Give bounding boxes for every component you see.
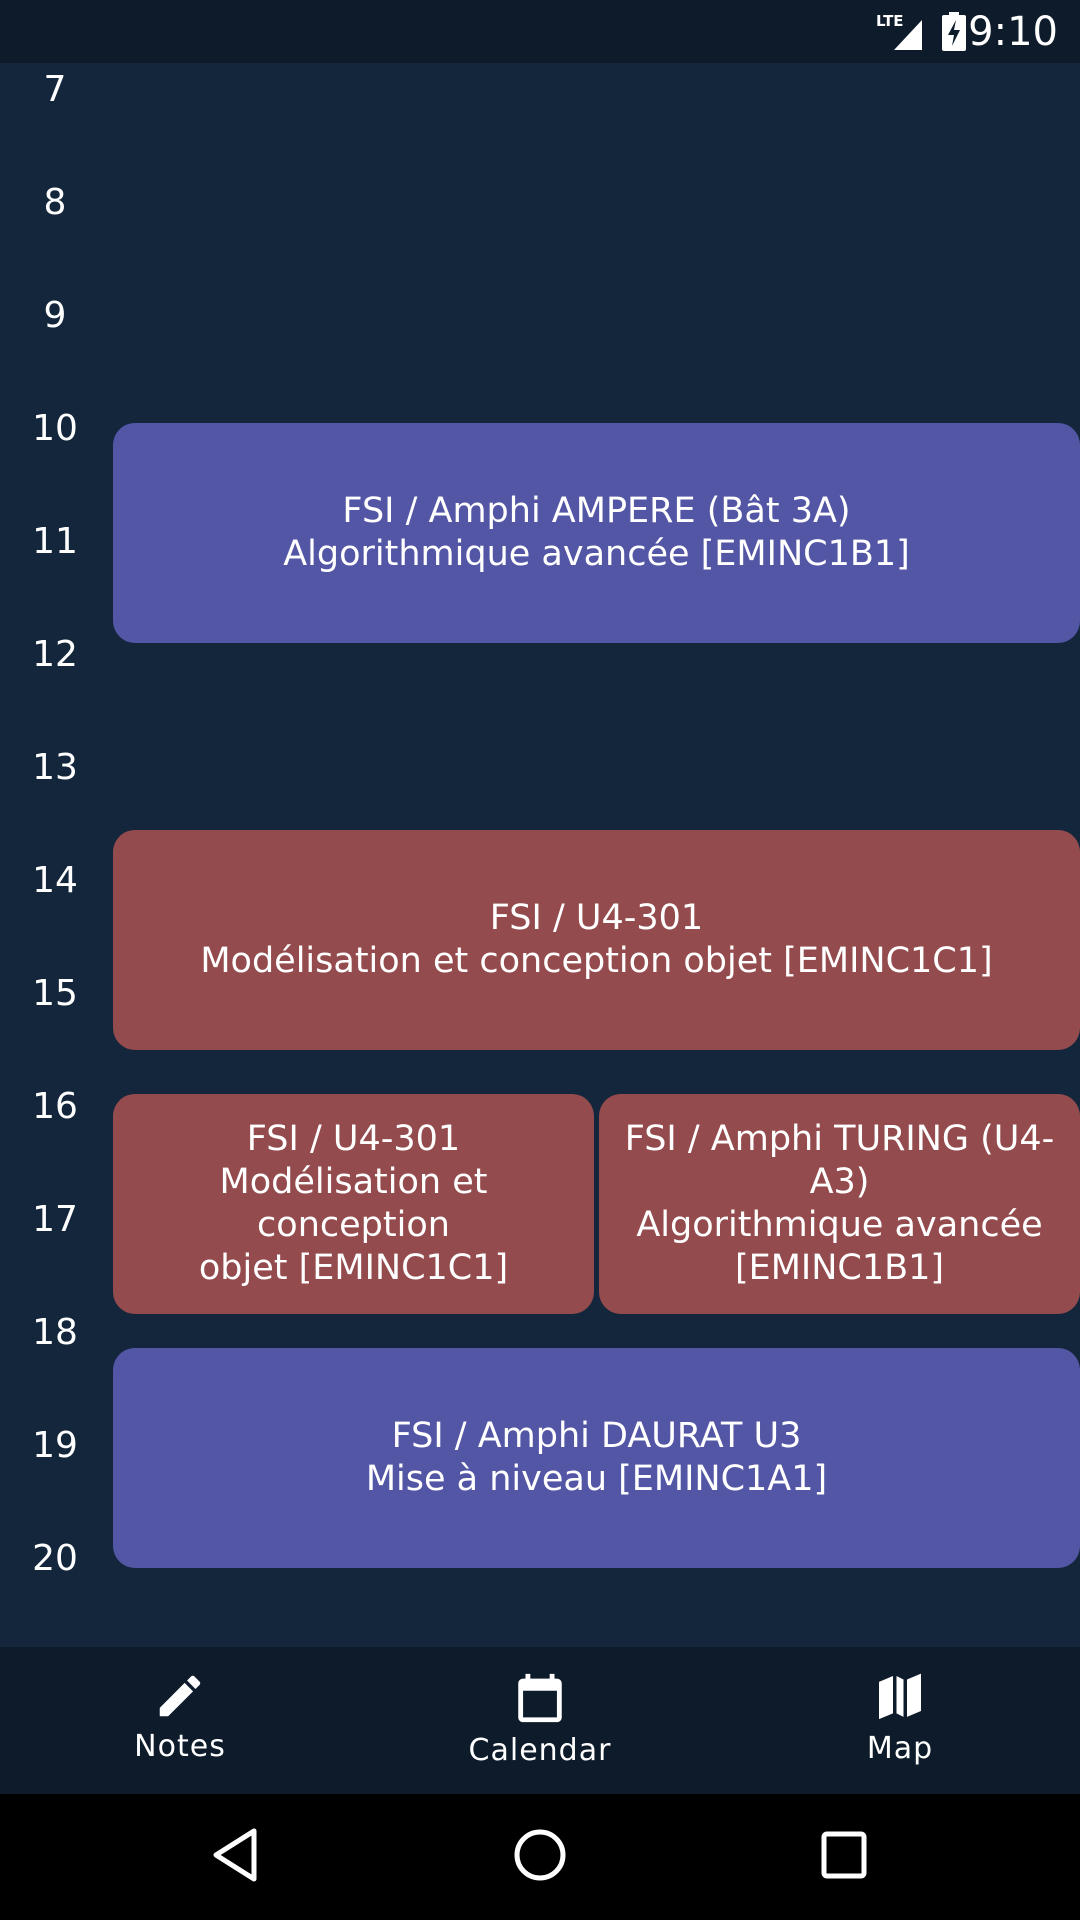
calendar-icon [518, 1673, 562, 1723]
event-location: FSI / Amphi DAURAT U3 [391, 1416, 802, 1456]
nav-label: Map [866, 1731, 934, 1766]
hour-label: 14 [32, 860, 78, 901]
event-card-algorithmique-turing[interactable]: FSI / Amphi TURING (U4-A3) Algorithmique… [599, 1094, 1080, 1314]
event-course-code: [EMINC1B1] [734, 1248, 945, 1288]
nav-label: Notes [134, 1729, 226, 1764]
hour-label: 11 [32, 521, 78, 562]
nav-item-notes[interactable]: Notes [0, 1647, 360, 1794]
event-course: Algorithmique avancée [636, 1205, 1043, 1245]
back-icon[interactable] [210, 1827, 260, 1883]
hour-label: 19 [32, 1425, 78, 1466]
hour-label: 17 [32, 1199, 78, 1240]
event-card-modelisation-afternoon[interactable]: FSI / U4-301 Modélisation et conception … [113, 1094, 594, 1314]
battery-charging-icon [942, 12, 966, 51]
status-clock: 9:10 [968, 9, 1058, 55]
hour-label: 16 [32, 1086, 78, 1127]
event-course: Mise à niveau [EMINC1A1] [365, 1459, 828, 1499]
lte-signal-icon: LTE [876, 12, 922, 50]
hour-label: 15 [32, 973, 78, 1014]
event-card-modelisation[interactable]: FSI / U4-301 Modélisation et conception … [113, 830, 1080, 1050]
calendar-day-view[interactable]: 7 8 9 10 11 12 13 14 15 16 17 18 19 20 F… [0, 63, 1080, 1647]
bottom-navigation: Notes Calendar Map [0, 1647, 1080, 1794]
event-location: FSI / U4-301 [489, 898, 704, 938]
hour-label: 20 [32, 1538, 78, 1579]
hour-label: 10 [32, 408, 78, 449]
hour-label: 12 [32, 634, 78, 675]
nav-label: Calendar [468, 1733, 612, 1768]
hour-label: 9 [43, 295, 67, 336]
recents-icon[interactable] [820, 1827, 868, 1883]
hour-label: 8 [43, 182, 67, 223]
event-card-algorithmique-ampere[interactable]: FSI / Amphi AMPERE (Bât 3A) Algorithmiqu… [113, 423, 1080, 643]
nav-item-calendar[interactable]: Calendar [360, 1647, 720, 1794]
event-location: FSI / U4-301 [246, 1119, 461, 1159]
map-icon [879, 1673, 921, 1720]
event-location: FSI / Amphi TURING (U4-A3) [624, 1119, 1055, 1202]
event-course-code: objet [EMINC1C1] [198, 1248, 509, 1288]
event-course: Algorithmique avancée [EMINC1B1] [283, 534, 910, 574]
home-icon[interactable] [512, 1827, 568, 1883]
event-course: Modélisation et conception objet [EMINC1… [200, 941, 993, 981]
event-card-mise-a-niveau[interactable]: FSI / Amphi DAURAT U3 Mise à niveau [EMI… [113, 1348, 1080, 1568]
status-bar: LTE 9:10 [0, 0, 1080, 63]
system-navigation-bar [0, 1794, 1080, 1920]
event-location: FSI / Amphi AMPERE (Bât 3A) [342, 491, 851, 531]
hour-label: 7 [43, 69, 67, 110]
nav-item-map[interactable]: Map [720, 1647, 1080, 1794]
pencil-icon [159, 1675, 201, 1717]
svg-text:LTE: LTE [876, 12, 904, 30]
hour-label: 13 [32, 747, 78, 788]
hour-label: 18 [32, 1312, 78, 1353]
event-course: Modélisation et conception [219, 1162, 488, 1245]
